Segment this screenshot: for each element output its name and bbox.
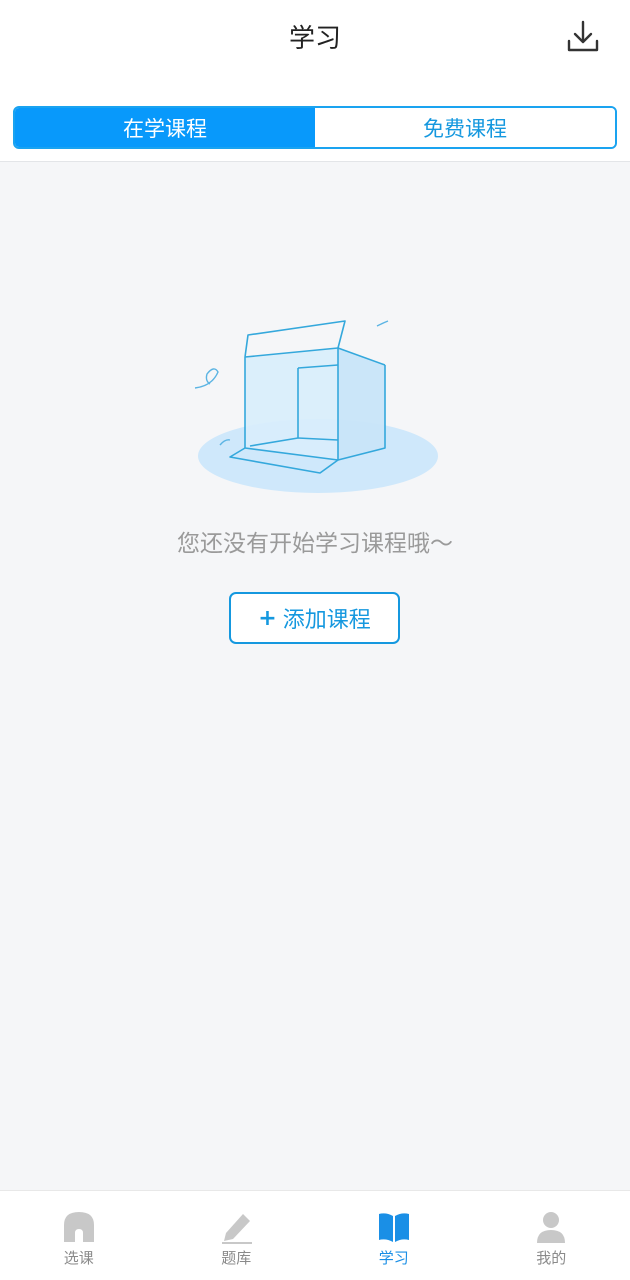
bottom-tabbar: 选课 题库 学习 我的: [0, 1190, 630, 1280]
download-button[interactable]: [560, 14, 606, 60]
header: 学习 在学课程 免费课程: [0, 0, 630, 162]
page-title: 学习: [288, 24, 341, 54]
tab-select-course[interactable]: 选课: [0, 1191, 158, 1280]
empty-message: 您还没有开始学习课程哦～: [177, 531, 453, 557]
tab-study[interactable]: 学习: [315, 1191, 473, 1280]
book-icon: [378, 1213, 409, 1242]
empty-box-illustration: [194, 320, 438, 493]
user-icon: [537, 1212, 566, 1243]
tab-label: 学习: [378, 1249, 409, 1267]
home-icon: [63, 1212, 94, 1242]
add-course-button[interactable]: + 添加课程: [229, 592, 400, 644]
add-course-label: 添加课程: [282, 608, 371, 633]
plus-icon: +: [258, 605, 277, 631]
tab-label: 选课: [63, 1249, 94, 1267]
download-icon: [567, 20, 599, 52]
pencil-icon: [222, 1214, 253, 1244]
tab-free-courses[interactable]: 免费课程: [315, 108, 615, 147]
tab-question-bank[interactable]: 题库: [158, 1191, 316, 1280]
course-segment: 在学课程 免费课程: [13, 106, 617, 149]
tab-mine[interactable]: 我的: [473, 1191, 630, 1280]
tab-label: 我的: [536, 1249, 567, 1267]
tab-label: 题库: [221, 1249, 252, 1267]
tab-enrolled-courses[interactable]: 在学课程: [15, 108, 315, 147]
